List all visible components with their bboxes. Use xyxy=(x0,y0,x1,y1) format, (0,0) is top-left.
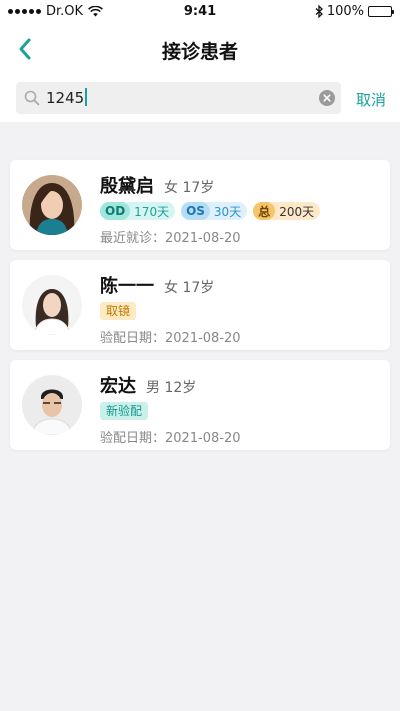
patient-card[interactable]: 殷黛启 女 17岁 OD 170天 OS 30天 总 200天 最近就诊：2021-0… xyxy=(10,160,390,250)
total-tag: 总 200天 xyxy=(253,202,321,220)
patient-card[interactable]: 宏达 男 12岁 新验配 验配日期：2021-08-20 xyxy=(10,360,390,450)
patient-card[interactable]: 陈一一 女 17岁 取镜 验配日期：2021-08-20 xyxy=(10,260,390,350)
status-badge: 取镜 xyxy=(100,302,137,320)
total-key: 总 xyxy=(253,202,276,220)
battery-percent: 100% xyxy=(326,4,364,19)
date-value: 2021-08-20 xyxy=(165,431,241,446)
avatar xyxy=(22,275,82,335)
os-tag: OS 30天 xyxy=(181,202,248,220)
status-right: 100% xyxy=(315,4,394,19)
clear-icon[interactable] xyxy=(319,90,335,106)
search-query: 1245 xyxy=(46,89,85,107)
patient-name: 殷黛启 xyxy=(100,176,154,197)
name-row: 宏达 男 12岁 xyxy=(100,372,196,398)
date-row: 验配日期：2021-08-20 xyxy=(100,327,241,346)
date-row: 验配日期：2021-08-20 xyxy=(100,427,241,446)
cancel-button[interactable]: 取消 xyxy=(356,89,386,110)
name-row: 殷黛启 女 17岁 xyxy=(100,172,214,198)
patient-gender-age: 女 17岁 xyxy=(164,280,215,296)
date-value: 2021-08-20 xyxy=(165,331,241,346)
status-badge: 新验配 xyxy=(100,402,149,420)
name-row: 陈一一 女 17岁 xyxy=(100,272,214,298)
od-tag: OD 170天 xyxy=(100,202,176,220)
search-box[interactable]: 1245 xyxy=(16,82,341,114)
date-label: 最近就诊： xyxy=(100,231,166,246)
nav-bar: 接诊患者 xyxy=(0,24,400,74)
search-icon xyxy=(24,90,40,106)
patient-name: 陈一一 xyxy=(100,276,154,297)
tag-row: 新验配 xyxy=(100,402,149,420)
total-value: 200天 xyxy=(279,204,315,219)
search-input[interactable]: 1245 xyxy=(46,82,306,114)
date-label: 验配日期： xyxy=(100,431,166,446)
od-value: 170天 xyxy=(134,204,170,219)
date-value: 2021-08-20 xyxy=(165,231,241,246)
avatar xyxy=(22,175,82,235)
battery-icon xyxy=(368,6,394,17)
page-title: 接诊患者 xyxy=(161,41,238,63)
od-key: OD xyxy=(100,202,131,220)
os-value: 30天 xyxy=(213,204,242,219)
tag-row: 取镜 xyxy=(100,302,137,320)
patient-name: 宏达 xyxy=(100,376,136,397)
bluetooth-icon xyxy=(315,5,323,18)
date-row: 最近就诊：2021-08-20 xyxy=(100,227,241,246)
text-caret xyxy=(85,88,88,106)
tag-row: OD 170天 OS 30天 总 200天 xyxy=(100,202,321,220)
status-bar: Dr.OK 9:41 100% xyxy=(0,0,400,24)
date-label: 验配日期： xyxy=(100,331,166,346)
patient-gender-age: 男 12岁 xyxy=(146,380,197,396)
os-key: OS xyxy=(181,202,210,220)
patient-gender-age: 女 17岁 xyxy=(164,180,215,196)
avatar xyxy=(22,375,82,435)
search-bar: 1245 取消 xyxy=(0,74,400,122)
